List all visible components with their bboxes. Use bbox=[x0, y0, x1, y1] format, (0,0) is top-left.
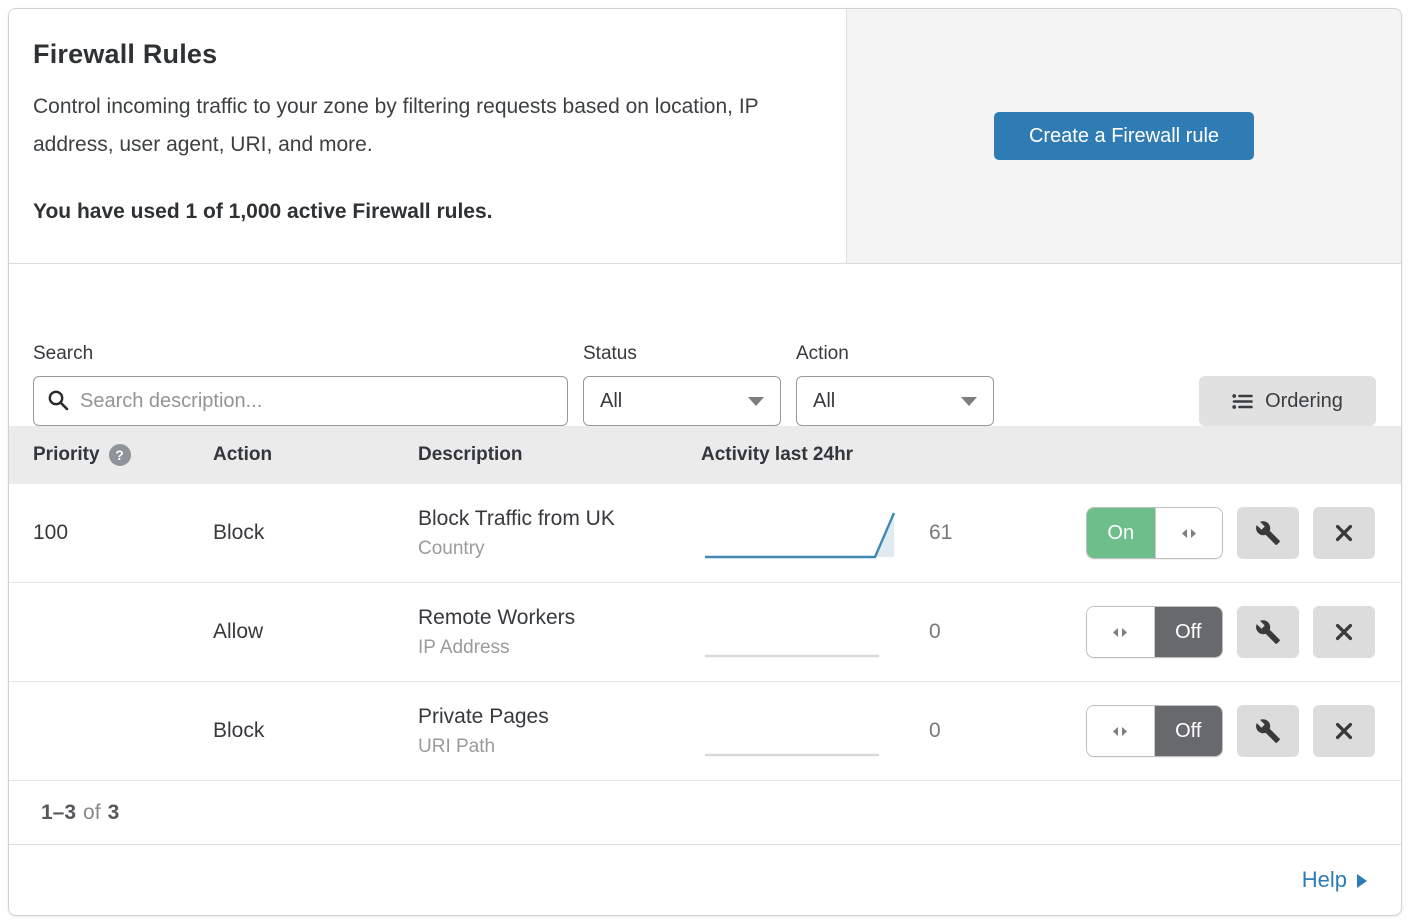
activity-sparkline bbox=[701, 703, 901, 759]
wrench-icon bbox=[1255, 619, 1281, 645]
rule-description: Block Traffic from UK bbox=[418, 507, 701, 531]
table-row: 100 Block Block Traffic from UK Country … bbox=[9, 484, 1401, 583]
ordering-button-label: Ordering bbox=[1265, 390, 1343, 413]
pagination-bar: 1–3 of 3 bbox=[9, 781, 1401, 845]
status-label: Status bbox=[583, 343, 781, 365]
rule-description: Remote Workers bbox=[418, 606, 701, 630]
page-title: Firewall Rules bbox=[33, 39, 816, 70]
column-header-priority: Priority ? bbox=[33, 444, 213, 466]
rule-priority: 100 bbox=[33, 521, 213, 545]
search-icon bbox=[47, 389, 70, 412]
left-right-arrows-icon bbox=[1110, 626, 1130, 639]
edit-rule-button[interactable] bbox=[1237, 507, 1299, 559]
rule-enabled-toggle[interactable]: Off bbox=[1086, 705, 1223, 757]
action-label: Action bbox=[796, 343, 994, 365]
pagination-range: 1–3 bbox=[41, 801, 76, 825]
page-header-text: Firewall Rules Control incoming traffic … bbox=[9, 9, 846, 263]
activity-sparkline bbox=[701, 505, 901, 561]
rule-enabled-toggle[interactable]: Off bbox=[1086, 606, 1223, 658]
toggle-state-label: Off bbox=[1155, 607, 1223, 657]
left-right-arrows-icon bbox=[1179, 527, 1199, 540]
delete-rule-button[interactable] bbox=[1313, 705, 1375, 757]
search-input-wrap bbox=[33, 376, 568, 426]
ordering-button[interactable]: Ordering bbox=[1199, 376, 1376, 426]
rule-enabled-toggle[interactable]: On bbox=[1086, 507, 1223, 559]
wrench-icon bbox=[1255, 520, 1281, 546]
status-selected-value: All bbox=[600, 390, 622, 413]
table-row: Block Private Pages URI Path 0 Off bbox=[9, 682, 1401, 781]
page-description: Control incoming traffic to your zone by… bbox=[33, 88, 793, 164]
column-header-description: Description bbox=[418, 444, 701, 466]
rule-controls: On bbox=[991, 507, 1375, 559]
toggle-state-label: On bbox=[1087, 508, 1155, 558]
activity-count: 61 bbox=[901, 521, 991, 545]
filter-bar: Search Status All Action bbox=[9, 264, 1401, 426]
rule-description-cell: Remote Workers IP Address bbox=[418, 606, 701, 659]
priority-header-label: Priority bbox=[33, 444, 100, 466]
close-icon bbox=[1333, 522, 1355, 544]
activity-sparkline bbox=[701, 604, 901, 660]
rule-action: Block bbox=[213, 719, 418, 743]
help-link-label: Help bbox=[1302, 867, 1347, 893]
page-header: Firewall Rules Control incoming traffic … bbox=[9, 9, 1401, 264]
status-field-group: Status All bbox=[583, 343, 781, 426]
chevron-down-icon bbox=[748, 397, 764, 406]
rule-type: IP Address bbox=[418, 637, 701, 659]
help-link[interactable]: Help bbox=[1302, 867, 1367, 893]
search-input[interactable] bbox=[33, 376, 568, 426]
action-header-label: Action bbox=[213, 444, 272, 466]
help-bar: Help bbox=[9, 845, 1401, 915]
rule-controls: Off bbox=[991, 705, 1375, 757]
edit-rule-button[interactable] bbox=[1237, 606, 1299, 658]
close-icon bbox=[1333, 621, 1355, 643]
action-selected-value: All bbox=[813, 390, 835, 413]
pagination-of-label: of bbox=[83, 801, 101, 825]
activity-header-label: Activity last 24hr bbox=[701, 444, 853, 466]
edit-rule-button[interactable] bbox=[1237, 705, 1299, 757]
rule-type: URI Path bbox=[418, 736, 701, 758]
pagination-total: 3 bbox=[108, 801, 120, 825]
close-icon bbox=[1333, 720, 1355, 742]
help-arrow-icon bbox=[1357, 874, 1367, 888]
search-field-group: Search bbox=[33, 343, 568, 426]
wrench-icon bbox=[1255, 718, 1281, 744]
toggle-handle bbox=[1087, 706, 1155, 756]
status-select[interactable]: All bbox=[583, 376, 781, 426]
description-header-label: Description bbox=[418, 444, 523, 466]
ordering-list-icon bbox=[1232, 393, 1253, 410]
activity-count: 0 bbox=[901, 719, 991, 743]
activity-count: 0 bbox=[901, 620, 991, 644]
firewall-rules-card: Firewall Rules Control incoming traffic … bbox=[8, 8, 1402, 916]
table-header-row: Priority ? Action Description Activity l… bbox=[9, 426, 1401, 484]
toggle-state-label: Off bbox=[1155, 706, 1223, 756]
delete-rule-button[interactable] bbox=[1313, 507, 1375, 559]
toggle-handle bbox=[1155, 508, 1223, 558]
action-select[interactable]: All bbox=[796, 376, 994, 426]
action-field-group: Action All bbox=[796, 343, 994, 426]
priority-help-icon[interactable]: ? bbox=[109, 444, 131, 466]
left-right-arrows-icon bbox=[1110, 725, 1130, 738]
rule-description-cell: Block Traffic from UK Country bbox=[418, 507, 701, 560]
table-row: Allow Remote Workers IP Address 0 Off bbox=[9, 583, 1401, 682]
column-header-action: Action bbox=[213, 444, 418, 466]
usage-note: You have used 1 of 1,000 active Firewall… bbox=[33, 200, 816, 224]
page-header-action-panel: Create a Firewall rule bbox=[846, 9, 1401, 263]
rule-type: Country bbox=[418, 538, 701, 560]
column-header-activity: Activity last 24hr bbox=[701, 444, 901, 466]
rule-action: Allow bbox=[213, 620, 418, 644]
rule-description: Private Pages bbox=[418, 705, 701, 729]
rule-controls: Off bbox=[991, 606, 1375, 658]
search-label: Search bbox=[33, 343, 568, 365]
rule-action: Block bbox=[213, 521, 418, 545]
rule-description-cell: Private Pages URI Path bbox=[418, 705, 701, 758]
chevron-down-icon bbox=[961, 397, 977, 406]
create-firewall-rule-button[interactable]: Create a Firewall rule bbox=[994, 112, 1254, 160]
firewall-rules-page: Firewall Rules Control incoming traffic … bbox=[0, 0, 1410, 924]
toggle-handle bbox=[1087, 607, 1155, 657]
delete-rule-button[interactable] bbox=[1313, 606, 1375, 658]
